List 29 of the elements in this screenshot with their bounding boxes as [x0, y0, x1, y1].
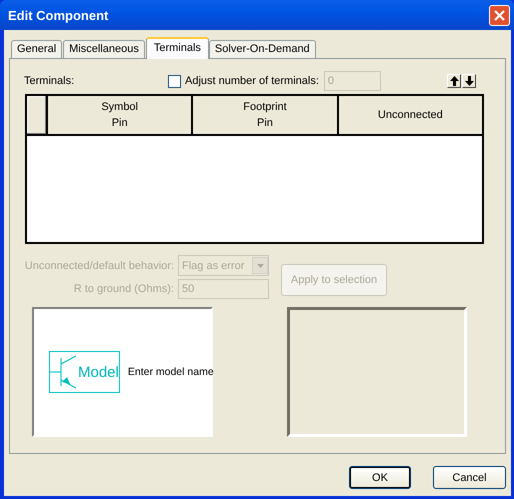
- model-label: Model: [78, 364, 119, 380]
- up-arrow-icon: [450, 76, 458, 86]
- move-down-button[interactable]: [462, 74, 476, 88]
- column-header-text: Symbol: [101, 101, 138, 113]
- down-arrow-icon: [464, 76, 474, 86]
- tab[interactable]: Miscellaneous: [63, 40, 145, 58]
- window-title: Edit Component: [8, 8, 108, 22]
- dialog-button[interactable]: OK: [349, 466, 411, 489]
- adjust-label: Adjust number of terminals:: [185, 75, 319, 87]
- tab[interactable]: General: [11, 40, 62, 58]
- column-header[interactable]: Unconnected: [338, 96, 482, 134]
- column-header[interactable]: Symbol Pin: [48, 96, 194, 134]
- column-header-text: Footprint: [243, 101, 287, 113]
- resistance-label: R to ground (Ohms):: [72, 283, 174, 295]
- tab[interactable]: Solver-On-Demand: [208, 40, 316, 58]
- adjust-checkbox[interactable]: [168, 74, 181, 88]
- dialog-button[interactable]: Cancel: [433, 466, 506, 489]
- close-button[interactable]: [489, 4, 510, 26]
- terminals-label: Terminals:: [24, 75, 76, 87]
- behavior-label: Unconnected/default behavior:: [24, 260, 174, 272]
- behavior-value: Flag as error: [182, 260, 244, 272]
- column-header-text: Pin: [257, 117, 273, 129]
- close-icon: [494, 10, 505, 20]
- column-header[interactable]: Footprint Pin: [193, 96, 339, 134]
- model-name-caption: Enter model name: [128, 366, 214, 378]
- column-header-text: Unconnected: [378, 109, 443, 121]
- column-header-text: Pin: [112, 117, 128, 129]
- move-up-button[interactable]: [447, 74, 461, 88]
- tab[interactable]: Terminals: [146, 37, 209, 59]
